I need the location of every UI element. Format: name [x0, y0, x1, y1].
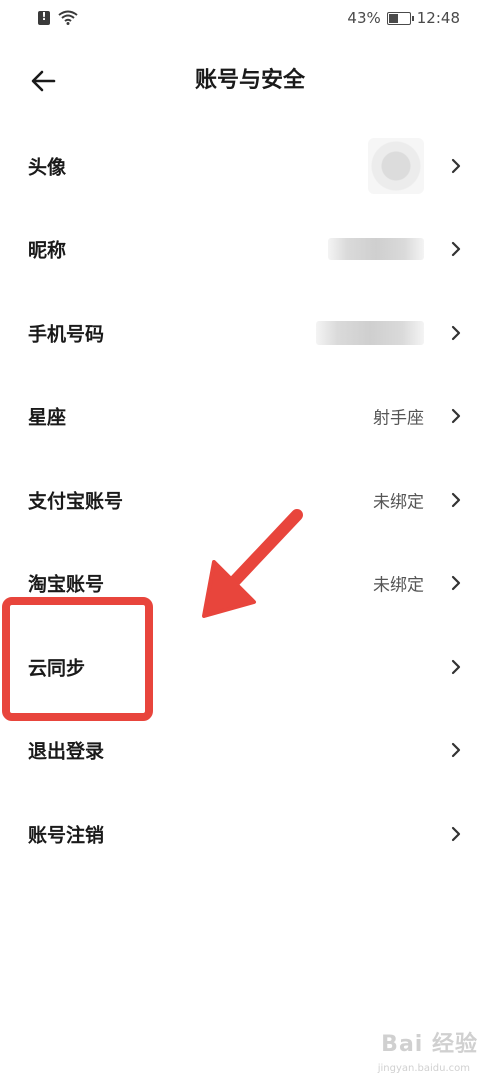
chevron-right-icon	[450, 575, 462, 591]
nickname-value-blurred	[328, 238, 424, 261]
settings-list: 头像 昵称 手机号码 星座 射手座 支付宝账号 未绑定 淘宝账号 未绑定 云同步…	[0, 124, 500, 876]
row-label: 支付宝账号	[28, 490, 124, 513]
watermark: Bai 经验	[381, 1032, 478, 1057]
row-phone[interactable]: 手机号码	[0, 291, 500, 375]
row-label: 星座	[28, 406, 67, 429]
status-right: 43% 12:48	[347, 9, 460, 27]
row-zodiac[interactable]: 星座 射手座	[0, 375, 500, 459]
row-label: 淘宝账号	[28, 573, 105, 596]
status-bar: 43% 12:48	[0, 0, 500, 38]
chevron-right-icon	[450, 241, 462, 257]
chevron-right-icon	[450, 158, 462, 174]
avatar	[368, 137, 424, 194]
row-label: 头像	[28, 156, 67, 179]
header: 账号与安全	[0, 56, 500, 106]
page-title: 账号与安全	[194, 68, 305, 93]
sim-alert-icon	[38, 10, 50, 25]
row-value: 射手座	[373, 408, 424, 429]
row-logout[interactable]: 退出登录	[0, 709, 500, 793]
row-cloud-sync[interactable]: 云同步	[0, 625, 500, 709]
watermark-sub: jingyan.baidu.com	[377, 1063, 470, 1074]
row-label: 云同步	[28, 657, 86, 680]
chevron-right-icon	[450, 742, 462, 758]
row-label: 手机号码	[28, 323, 105, 346]
row-nickname[interactable]: 昵称	[0, 208, 500, 292]
row-label: 账号注销	[28, 824, 105, 847]
row-label: 昵称	[28, 239, 67, 262]
row-taobao-account[interactable]: 淘宝账号 未绑定	[0, 542, 500, 626]
battery-icon	[386, 11, 414, 25]
row-avatar[interactable]: 头像	[0, 124, 500, 208]
chevron-right-icon	[450, 826, 462, 842]
row-alipay-account[interactable]: 支付宝账号 未绑定	[0, 458, 500, 542]
row-value: 未绑定	[373, 492, 424, 513]
battery-percent: 43%	[347, 9, 381, 27]
chevron-right-icon	[450, 659, 462, 675]
row-value: 未绑定	[373, 575, 424, 596]
row-delete-account[interactable]: 账号注销	[0, 792, 500, 876]
status-time: 12:48	[416, 9, 460, 27]
status-left	[38, 10, 78, 25]
chevron-right-icon	[450, 408, 462, 424]
chevron-right-icon	[450, 325, 462, 341]
wifi-icon	[58, 10, 78, 25]
phone-value-blurred	[316, 320, 424, 345]
row-label: 退出登录	[28, 740, 105, 763]
chevron-right-icon	[450, 492, 462, 508]
